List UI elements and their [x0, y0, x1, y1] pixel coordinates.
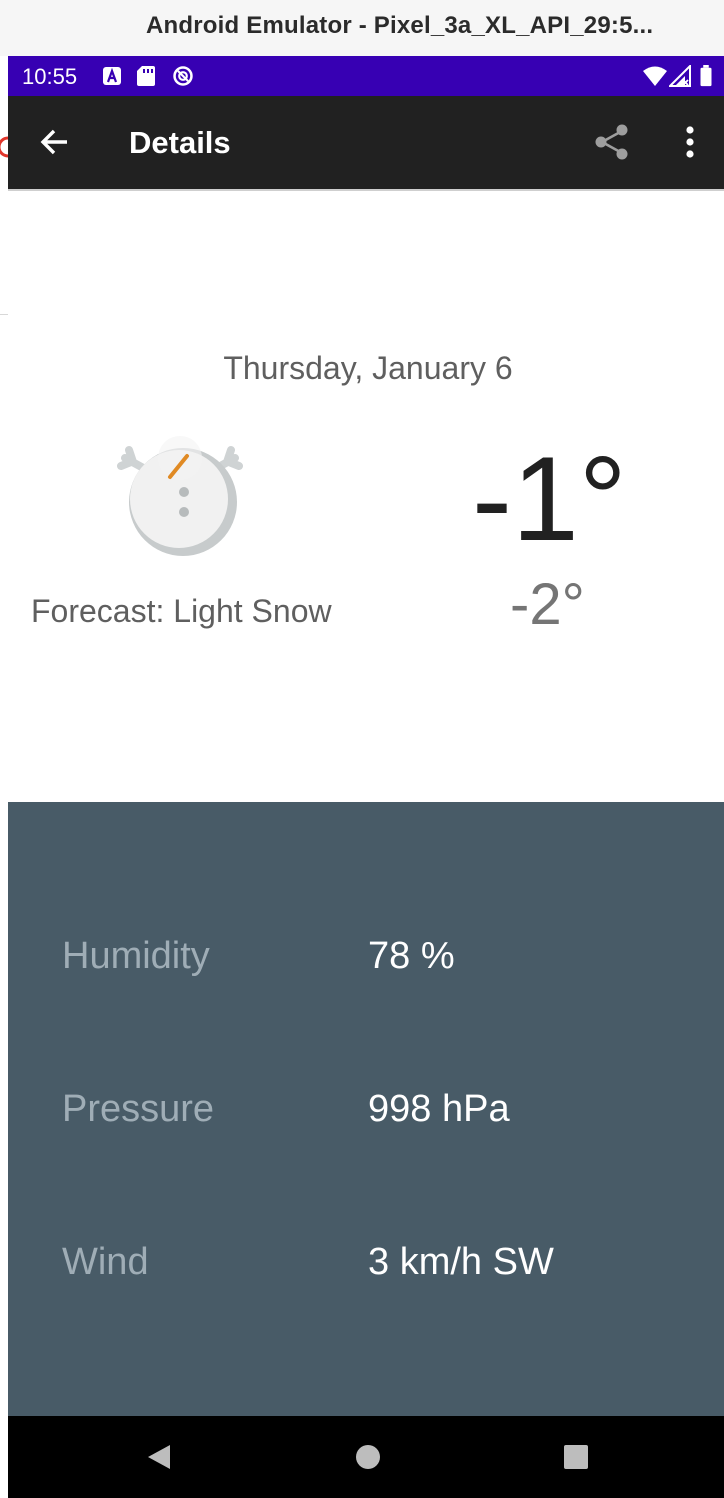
- snowman-icon: [117, 436, 243, 556]
- host-edge-fragment-icon: [0, 136, 8, 158]
- status-bar: 10:55: [8, 56, 724, 96]
- home-circle-icon: [356, 1445, 380, 1469]
- signal-icon: [669, 65, 691, 87]
- navigation-bar: [8, 1416, 724, 1498]
- humidity-value: 78 %: [368, 935, 455, 977]
- humidity-label: Humidity: [62, 935, 210, 977]
- share-button[interactable]: [586, 116, 638, 168]
- forecast-description: Forecast: Light Snow: [31, 593, 332, 629]
- host-divider: [0, 314, 8, 315]
- arrow-back-icon: [40, 129, 67, 155]
- device-screen: 10:55 Details Thursday, January 6 Foreca…: [8, 56, 724, 1498]
- high-temperature: -1°: [472, 432, 627, 566]
- wind-value: 3 km/h SW: [368, 1241, 554, 1283]
- data-saver-icon: [173, 66, 193, 86]
- pressure-label: Pressure: [62, 1088, 215, 1130]
- wifi-icon: [643, 66, 667, 86]
- back-button[interactable]: [29, 116, 81, 168]
- emulator-window: Android Emulator - Pixel_3a_XL_API_29:5.…: [0, 0, 724, 1498]
- sd-card-icon: [137, 66, 155, 86]
- share-icon: [595, 124, 628, 160]
- nav-recents-button[interactable]: [553, 1434, 599, 1480]
- overflow-menu-button[interactable]: [664, 116, 716, 168]
- more-vert-icon: [686, 126, 694, 158]
- host-left-edge: [0, 56, 8, 1498]
- recents-square-icon: [564, 1445, 588, 1469]
- back-triangle-icon: [148, 1445, 170, 1469]
- low-temperature: -2°: [510, 572, 585, 637]
- status-time: 10:55: [22, 64, 78, 89]
- forecast-date: Thursday, January 6: [223, 350, 513, 386]
- a-notification-icon: [103, 67, 121, 85]
- battery-icon: [700, 65, 712, 87]
- pressure-value: 998 hPa: [368, 1088, 510, 1130]
- host-title-bar[interactable]: Android Emulator - Pixel_3a_XL_API_29:5.…: [0, 0, 724, 56]
- app-bar: Details: [8, 96, 724, 189]
- nav-home-button[interactable]: [345, 1434, 391, 1480]
- wind-label: Wind: [62, 1241, 149, 1283]
- nav-back-button[interactable]: [136, 1434, 182, 1480]
- primary-weather-panel: Thursday, January 6 Forecast: Light Snow: [8, 191, 724, 802]
- weather-details-panel: Humidity 78 % Pressure 998 hPa Wind 3 km…: [8, 802, 724, 1416]
- host-window-title: Android Emulator - Pixel_3a_XL_API_29:5.…: [146, 12, 654, 39]
- page-title: Details: [129, 125, 231, 160]
